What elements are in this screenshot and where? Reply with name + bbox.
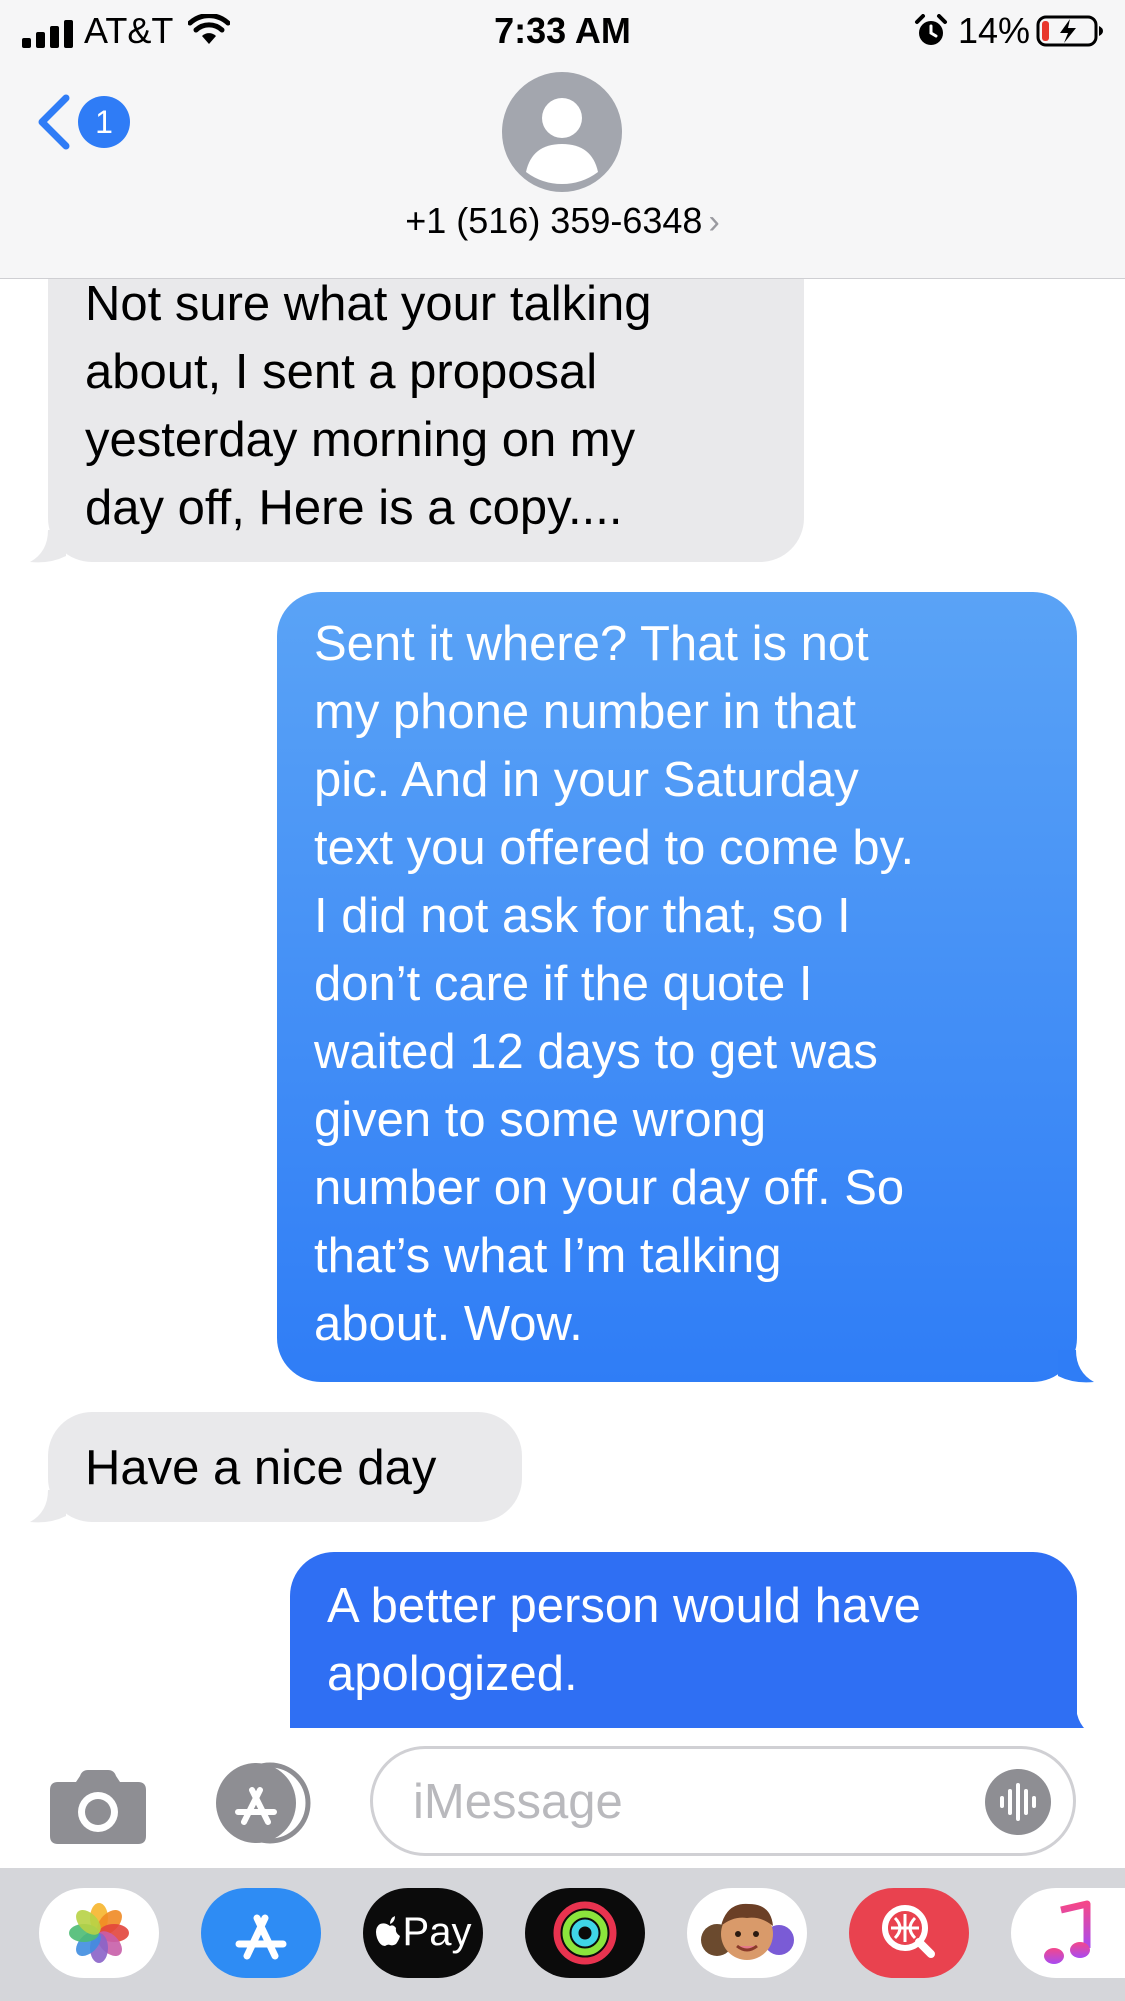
- message-bubble-incoming[interactable]: Have a nice day: [48, 1412, 522, 1522]
- message-bubble-incoming[interactable]: Not sure what your talking about, I sent…: [48, 240, 804, 562]
- alarm-icon: [915, 14, 947, 45]
- chevron-right-icon: ›: [708, 203, 720, 241]
- message-bubble-outgoing[interactable]: A better person would have apologized.: [290, 1552, 1077, 1752]
- waveform-icon: [1000, 1783, 1036, 1821]
- back-button[interactable]: 1: [34, 92, 144, 152]
- music-icon[interactable]: [1011, 1888, 1125, 1978]
- compose-bar: [0, 1728, 1125, 1868]
- contact-number: +1 (516) 359-6348: [405, 200, 703, 241]
- contact-name-button[interactable]: +1 (516) 359-6348 ›: [0, 200, 1125, 242]
- app-store-icon[interactable]: [201, 1888, 321, 1978]
- imessage-input[interactable]: [411, 1771, 975, 1833]
- chevron-left-icon: [38, 94, 70, 150]
- status-bar: AT&T 7:33 AM 14%: [0, 0, 1125, 62]
- apple-pay-icon[interactable]: Pay: [363, 1888, 483, 1978]
- app-store-apps-icon[interactable]: [208, 1760, 318, 1846]
- apple-pay-label: Pay: [402, 1910, 472, 1954]
- conversation-header: AT&T 7:33 AM 14% 1 +1 (516) 359-6348 ›: [0, 0, 1125, 279]
- bubble-tail: [1058, 1350, 1094, 1383]
- status-time: 7:33 AM: [494, 10, 631, 51]
- bubble-tail: [30, 1490, 66, 1523]
- image-search-icon[interactable]: [849, 1888, 969, 1978]
- unread-count-badge: 1: [78, 96, 130, 148]
- contact-avatar[interactable]: [502, 72, 622, 192]
- activity-icon[interactable]: [525, 1888, 645, 1978]
- battery-percent: 14%: [958, 10, 1031, 51]
- photos-icon[interactable]: [39, 1888, 159, 1978]
- audio-message-button[interactable]: [985, 1769, 1051, 1835]
- camera-icon[interactable]: [50, 1768, 146, 1844]
- message-bubble-outgoing[interactable]: Sent it where? That is not my phone numb…: [277, 592, 1077, 1382]
- app-drawer: Pay: [0, 1868, 1125, 2001]
- bubble-tail: [30, 530, 66, 563]
- memoji-icon[interactable]: [687, 1888, 807, 1978]
- battery-icon: [1036, 15, 1103, 47]
- imessage-input-container[interactable]: [370, 1746, 1076, 1856]
